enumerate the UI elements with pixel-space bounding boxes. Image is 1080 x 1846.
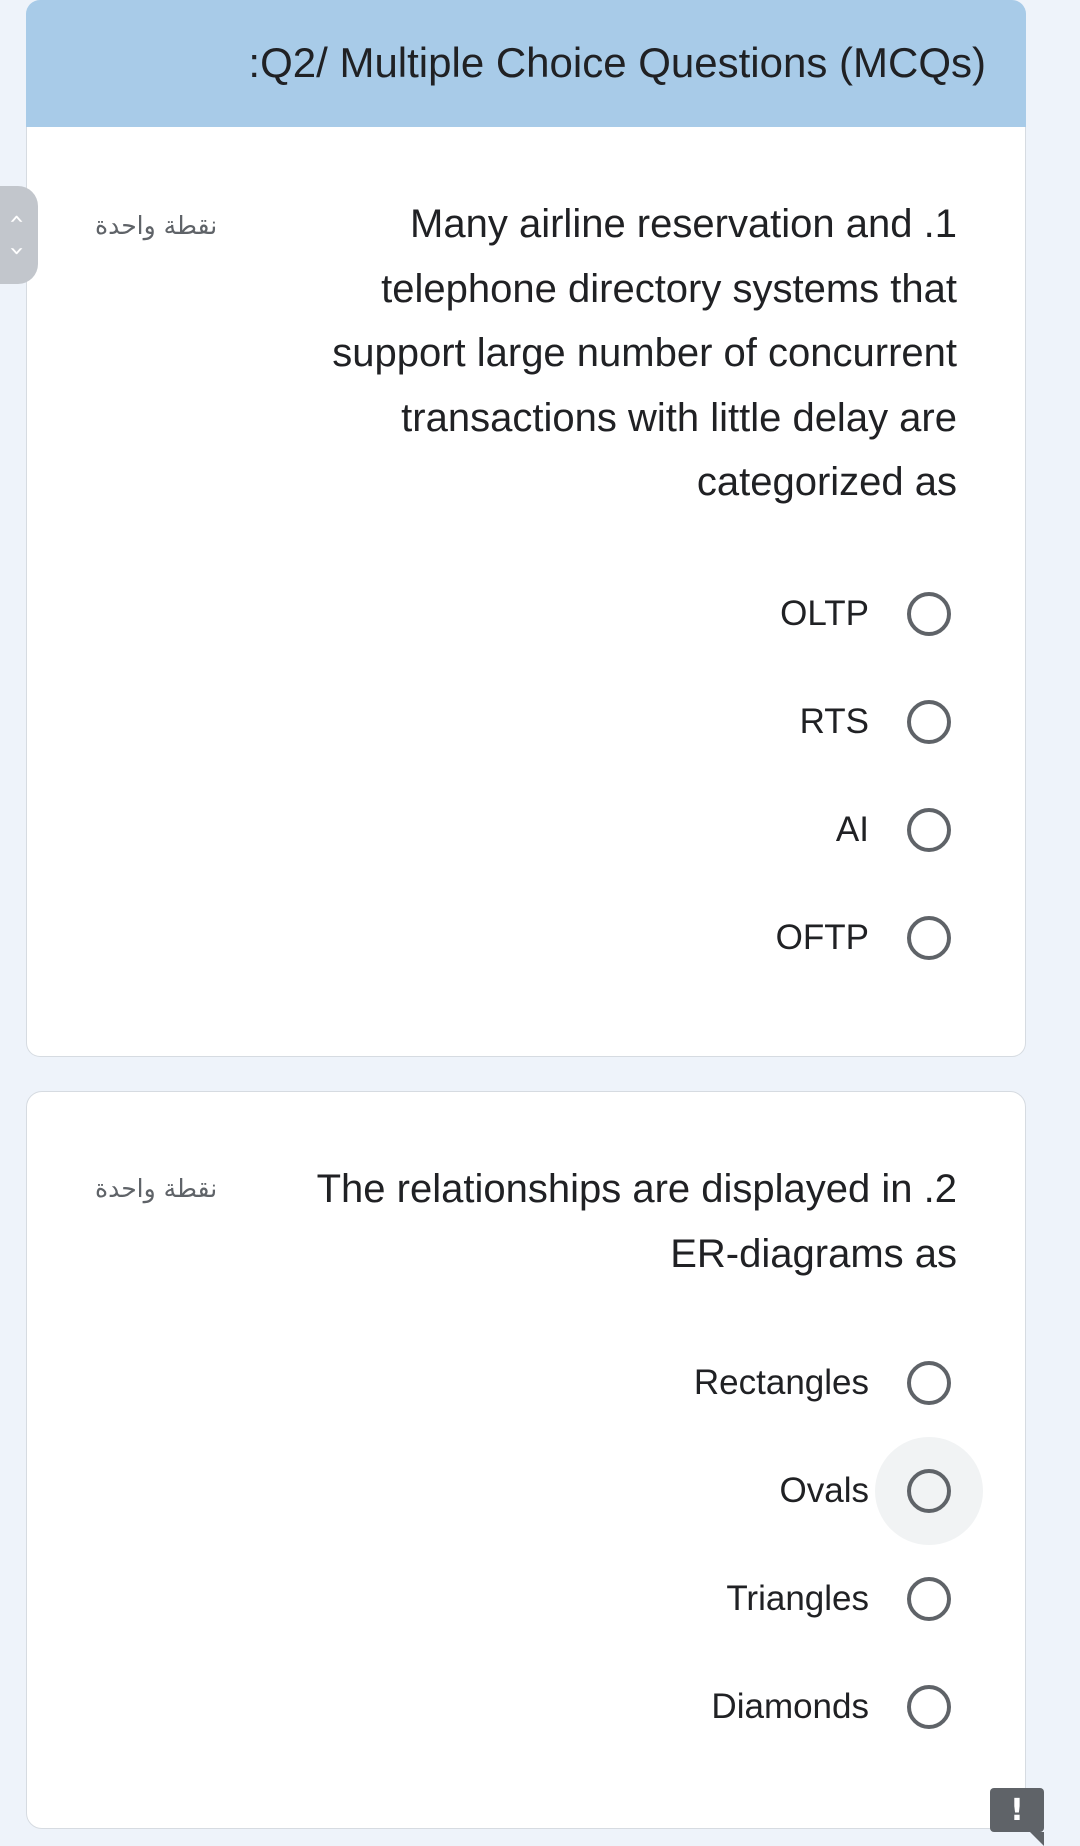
question-nav-handle[interactable]: ‹ ›	[0, 186, 38, 284]
question-1-line: telephone directory systems that	[381, 266, 957, 311]
question-1-line: transactions with little delay are	[401, 395, 957, 440]
report-problem-icon: !	[1010, 1792, 1024, 1828]
q2-option-rectangles[interactable]: Rectangles	[694, 1355, 957, 1411]
question-2-line: The relationships are displayed in .2	[316, 1167, 957, 1211]
option-label: RTS	[799, 702, 869, 741]
report-problem-button[interactable]: !	[990, 1788, 1044, 1846]
question-2-points: نقطة واحدة	[95, 1174, 218, 1203]
radio-button[interactable]	[901, 694, 957, 750]
radio-button[interactable]	[901, 1355, 957, 1411]
option-label: Ovals	[779, 1471, 869, 1510]
chevron-up-icon[interactable]: ‹	[2, 214, 32, 224]
option-label: Triangles	[726, 1579, 869, 1618]
question-card-1: نقطة واحدة Many airline reservation and …	[26, 127, 1026, 1057]
q1-option-rts[interactable]: RTS	[800, 694, 957, 750]
option-label: OLTP	[780, 594, 869, 633]
question-1-line: support large number of concurrent	[332, 331, 957, 375]
question-1-line: categorized as	[696, 460, 957, 504]
radio-button[interactable]	[875, 1437, 983, 1545]
q1-option-oftp[interactable]: OFTP	[776, 910, 957, 966]
question-1-text: Many airline reservation and .1 telephon…	[237, 192, 957, 515]
question-1-line: Many airline reservation and .1	[410, 202, 957, 246]
question-card-2: نقطة واحدة The relationships are display…	[26, 1091, 1026, 1829]
radio-circle-icon	[907, 916, 951, 960]
question-2-line: ER-diagrams as	[670, 1231, 957, 1276]
radio-circle-icon	[907, 1361, 951, 1405]
radio-button[interactable]	[901, 910, 957, 966]
option-label: OFTP	[775, 918, 869, 957]
section-header: :Q2/ Multiple Choice Questions (MCQs)	[26, 0, 1026, 127]
q2-option-diamonds[interactable]: Diamonds	[711, 1679, 957, 1735]
q1-option-oltp[interactable]: OLTP	[780, 586, 957, 642]
radio-circle-icon	[907, 1577, 951, 1621]
radio-button[interactable]	[901, 586, 957, 642]
radio-button[interactable]	[901, 1679, 957, 1735]
chevron-down-icon[interactable]: ›	[2, 246, 32, 256]
radio-button[interactable]	[901, 1571, 957, 1627]
radio-circle-icon	[907, 592, 951, 636]
radio-circle-icon	[907, 1469, 951, 1513]
radio-circle-icon	[907, 808, 951, 852]
q1-option-ai[interactable]: AI	[836, 802, 957, 858]
option-label: Rectangles	[693, 1363, 869, 1402]
radio-button[interactable]	[901, 802, 957, 858]
option-label: Diamonds	[711, 1687, 869, 1726]
option-label: AI	[835, 810, 869, 849]
question-1-points: نقطة واحدة	[95, 211, 218, 240]
q2-option-ovals[interactable]: Ovals	[779, 1437, 983, 1545]
section-title: :Q2/ Multiple Choice Questions (MCQs)	[248, 39, 986, 86]
question-2-text: The relationships are displayed in .2 ER…	[237, 1157, 957, 1286]
radio-circle-icon	[907, 700, 951, 744]
q2-option-triangles[interactable]: Triangles	[726, 1571, 957, 1627]
radio-circle-icon	[907, 1685, 951, 1729]
